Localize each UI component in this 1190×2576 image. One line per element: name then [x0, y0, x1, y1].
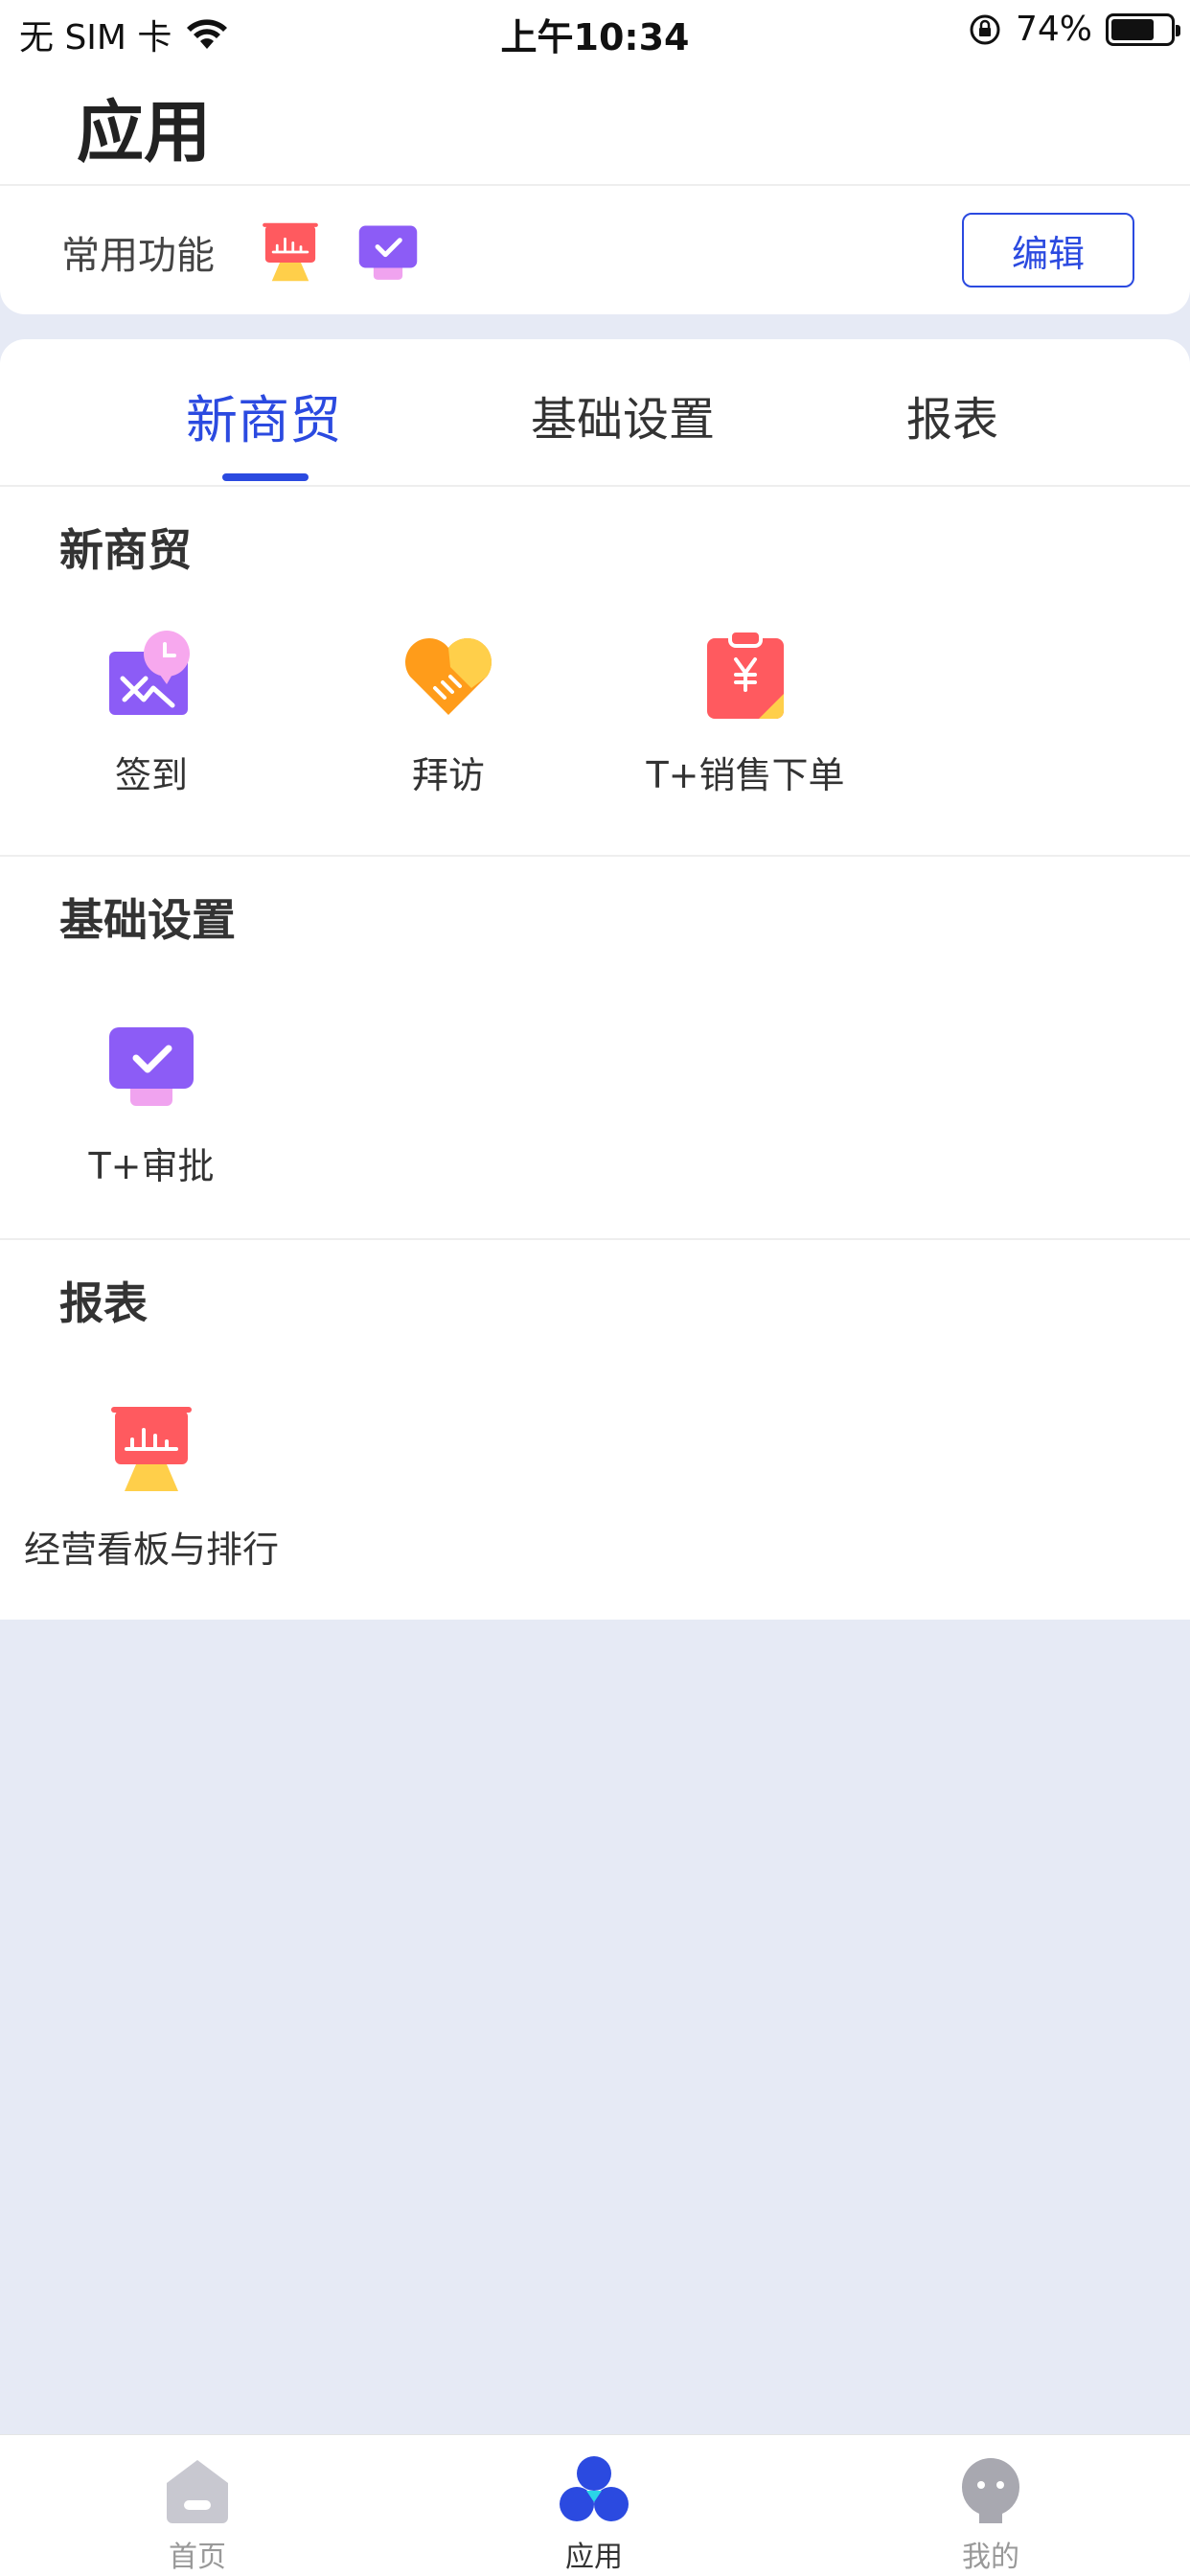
app-checkin[interactable]: 签到	[8, 629, 295, 798]
app-label: T+销售下单	[646, 754, 845, 796]
status-bar: 无 SIM 卡 上午10:34 74%	[0, 0, 1190, 59]
apps-dots-icon	[560, 2456, 629, 2521]
nav-profile[interactable]: 我的	[895, 2454, 1087, 2575]
tab-new-commerce[interactable]: 新商贸	[186, 378, 341, 453]
sales-order-yen-icon	[707, 629, 784, 719]
active-tab-indicator	[222, 473, 309, 481]
app-label: 经营看板与排行	[23, 1529, 279, 1571]
section-title: 报表	[59, 1277, 148, 1329]
app-sales-order[interactable]: T+销售下单	[602, 629, 889, 798]
app-label: 签到	[114, 754, 188, 796]
home-icon	[167, 2460, 228, 2523]
section-title: 基础设置	[59, 894, 236, 946]
approval-check-icon	[109, 1027, 194, 1106]
dashboard-board-icon	[111, 1407, 192, 1491]
bottom-nav: 首页 应用 我的	[0, 2434, 1190, 2576]
nav-label: 首页	[169, 2541, 226, 2574]
page-title: 应用	[77, 93, 211, 172]
favorites-row: 常用功能 编辑	[0, 186, 1190, 314]
status-right: 74%	[968, 10, 1180, 49]
battery-icon	[1106, 12, 1180, 46]
app-approval[interactable]: T+审批	[8, 1020, 295, 1189]
app-visit[interactable]: 拜访	[305, 629, 592, 798]
edit-button[interactable]: 编辑	[962, 213, 1134, 288]
section-title: 新商贸	[59, 524, 192, 576]
dashboard-board-icon[interactable]	[259, 220, 322, 284]
nav-label: 我的	[962, 2541, 1019, 2574]
battery-percent: 74%	[1015, 10, 1092, 49]
rotation-lock-icon	[970, 14, 1000, 44]
checkin-map-pin-icon	[109, 631, 190, 715]
favorites-label: 常用功能	[61, 234, 215, 278]
tab-reports[interactable]: 报表	[906, 381, 998, 448]
tab-bar: 新商贸 基础设置 报表	[0, 339, 1190, 487]
header-card: 应用 常用功能 编辑	[0, 59, 1190, 314]
app-label: T+审批	[88, 1145, 215, 1187]
nav-apps[interactable]: 应用	[498, 2454, 690, 2575]
approval-check-icon[interactable]	[356, 220, 420, 284]
profile-icon	[961, 2458, 1020, 2523]
app-dashboard-ranking[interactable]: 经营看板与排行	[8, 1403, 295, 1573]
handshake-heart-icon	[405, 638, 492, 715]
app-label: 拜访	[411, 754, 485, 796]
apps-card: 新商贸 基础设置 报表 新商贸 签到 拜访 T+销售下单 基础设置 T+审批 报…	[0, 339, 1190, 1620]
tab-basic-settings[interactable]: 基础设置	[531, 381, 715, 448]
nav-home[interactable]: 首页	[102, 2454, 293, 2575]
nav-label: 应用	[565, 2541, 623, 2574]
battery-fill	[1111, 18, 1155, 40]
